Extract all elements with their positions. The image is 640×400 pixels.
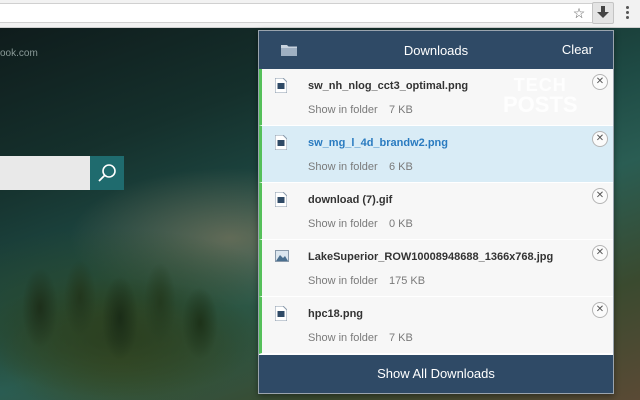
downloads-title: Downloads bbox=[403, 43, 469, 58]
download-size: 7 KB bbox=[389, 332, 413, 344]
downloads-header: Downloads Clear bbox=[259, 31, 613, 69]
download-item[interactable]: sw_mg_l_4d_brandw2.png Show in folder 6 … bbox=[259, 126, 613, 183]
menu-icon[interactable] bbox=[620, 4, 634, 22]
download-filename[interactable]: hpc18.png bbox=[308, 308, 363, 320]
close-icon[interactable]: ✕ bbox=[592, 245, 608, 261]
show-all-downloads-button[interactable]: Show All Downloads bbox=[259, 355, 613, 393]
close-icon[interactable]: ✕ bbox=[592, 188, 608, 204]
download-filename[interactable]: sw_nh_nlog_cct3_optimal.png bbox=[308, 80, 468, 92]
downloads-popup: Downloads Clear sw_nh_nlog_cct3_optimal.… bbox=[258, 30, 614, 394]
show-in-folder-link[interactable]: Show in folder bbox=[308, 104, 378, 116]
close-icon[interactable]: ✕ bbox=[592, 131, 608, 147]
address-bar[interactable] bbox=[0, 3, 596, 23]
image-icon bbox=[275, 250, 289, 262]
search-button[interactable] bbox=[90, 156, 124, 190]
search-input[interactable] bbox=[0, 156, 90, 190]
bookmark-star-icon[interactable]: ☆ bbox=[570, 3, 588, 23]
download-arrow-icon bbox=[597, 6, 609, 18]
show-in-folder-link[interactable]: Show in folder bbox=[308, 161, 378, 173]
clear-button[interactable]: Clear bbox=[562, 42, 593, 57]
download-size: 6 KB bbox=[389, 161, 413, 173]
file-icon bbox=[275, 192, 287, 207]
download-size: 7 KB bbox=[389, 104, 413, 116]
search-icon bbox=[98, 164, 116, 182]
show-in-folder-link[interactable]: Show in folder bbox=[308, 218, 378, 230]
download-filename[interactable]: download (7).gif bbox=[308, 194, 392, 206]
download-size: 0 KB bbox=[389, 218, 413, 230]
file-icon bbox=[275, 306, 287, 321]
watermark-line: POSTS bbox=[503, 92, 578, 117]
download-item[interactable]: download (7).gif Show in folder 0 KB ✕ bbox=[259, 183, 613, 240]
page-url-text: ook.com bbox=[0, 48, 38, 59]
file-icon bbox=[275, 78, 287, 93]
background-photo bbox=[0, 228, 260, 400]
download-size: 175 KB bbox=[389, 275, 426, 287]
download-filename[interactable]: LakeSuperior_ROW10008948688_1366x768.jpg bbox=[308, 251, 553, 263]
show-in-folder-link[interactable]: Show in folder bbox=[308, 275, 378, 287]
close-icon[interactable]: ✕ bbox=[592, 302, 608, 318]
show-in-folder-link[interactable]: Show in folder bbox=[308, 332, 378, 344]
download-filename[interactable]: sw_mg_l_4d_brandw2.png bbox=[308, 137, 448, 149]
file-icon bbox=[275, 135, 287, 150]
downloads-button[interactable] bbox=[592, 2, 614, 24]
download-item[interactable]: LakeSuperior_ROW10008948688_1366x768.jpg… bbox=[259, 240, 613, 297]
download-item[interactable]: hpc18.png Show in folder 7 KB ✕ bbox=[259, 297, 613, 354]
watermark: TECH POSTS bbox=[503, 75, 578, 117]
close-icon[interactable]: ✕ bbox=[592, 74, 608, 90]
browser-toolbar: ☆ bbox=[0, 0, 640, 28]
